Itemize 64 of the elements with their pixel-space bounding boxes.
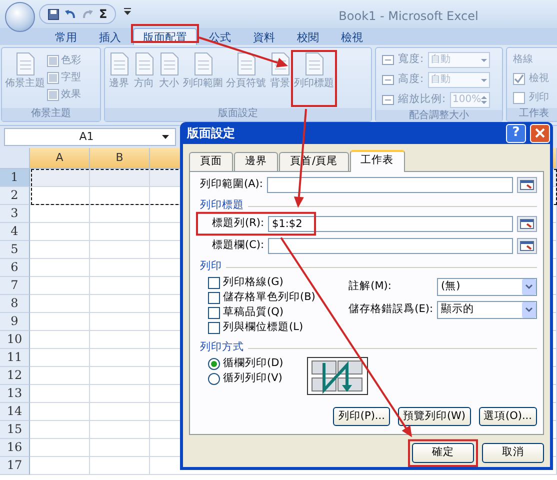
- dialog-button[interactable]: 選項(O)...: [478, 406, 537, 426]
- ribbon-tab[interactable]: 資料: [243, 28, 285, 45]
- row-header[interactable]: 10: [0, 331, 30, 349]
- checkbox-label: 檢視: [529, 72, 549, 86]
- help-button[interactable]: ?: [506, 124, 526, 142]
- field-label: 列印範圍(A):: [200, 176, 263, 192]
- field-label: 高度:: [398, 72, 424, 88]
- field-label: 標題欄(C):: [211, 238, 264, 253]
- row-header[interactable]: 5: [0, 241, 30, 259]
- checkbox-label: 儲存格單色列印(B): [223, 290, 316, 306]
- checkbox-label: 列與欄位標題(L): [223, 320, 304, 336]
- dialog-title: 版面設定: [187, 125, 235, 142]
- radio-label: 循列列印(V): [223, 371, 282, 386]
- sum-button[interactable]: Σ: [99, 8, 108, 20]
- group-title: 版面設定: [105, 108, 371, 121]
- dialog-button[interactable]: 預覽列印(W): [398, 406, 471, 426]
- group-title: 配合調整大小: [376, 110, 502, 122]
- column-header[interactable]: A: [30, 148, 90, 169]
- row-header[interactable]: 11: [0, 349, 30, 367]
- ribbon-tab[interactable]: 插入: [89, 28, 131, 45]
- radio-label: 循欄列印(D): [223, 356, 284, 372]
- group-title: 佈景主題: [2, 108, 100, 121]
- ribbon-tab[interactable]: 校閱: [287, 28, 329, 45]
- window-title: Book1 - Microsoft Excel: [338, 8, 480, 25]
- section-heading: 列印: [200, 258, 537, 276]
- group-heading: 格線: [513, 52, 534, 67]
- field-label: 縮放比例:: [398, 92, 446, 108]
- dialog-button[interactable]: 列印(P)...: [333, 406, 390, 426]
- field-label: 註解(M):: [348, 278, 392, 294]
- field-label: 標題列(R):: [211, 216, 264, 231]
- row-header[interactable]: 16: [0, 439, 30, 457]
- ribbon-tab[interactable]: 檢視: [331, 28, 373, 45]
- checkbox-label: 列印: [529, 90, 549, 105]
- row-header[interactable]: 4: [0, 223, 30, 241]
- dropdown[interactable]: 顯示的: [437, 300, 537, 319]
- dropdown[interactable]: (無): [437, 278, 537, 296]
- checkbox-label: 列印格線(G): [223, 275, 284, 290]
- dialog-tab[interactable]: 邊界: [234, 152, 278, 171]
- row-header[interactable]: 14: [0, 403, 30, 421]
- row-header[interactable]: 3: [0, 205, 30, 223]
- field-label: 寬度:: [398, 52, 424, 68]
- group-title: 工作表: [507, 108, 557, 121]
- row-header[interactable]: 6: [0, 259, 30, 277]
- name-box[interactable]: A1: [4, 128, 176, 146]
- row-header[interactable]: 15: [0, 421, 30, 439]
- row-header[interactable]: 1: [0, 169, 30, 187]
- row-header[interactable]: 12: [0, 367, 30, 385]
- checkbox-label: 草稿品質(Q): [223, 305, 284, 320]
- dialog-button[interactable]: 取消: [482, 443, 544, 463]
- row-header[interactable]: 9: [0, 313, 30, 331]
- section-heading: 列印方式: [200, 340, 537, 357]
- dialog-tab[interactable]: 頁面: [189, 152, 233, 171]
- column-header[interactable]: B: [90, 148, 150, 169]
- section-heading: 列印標題: [200, 198, 537, 215]
- dialog-tab[interactable]: 工作表: [350, 150, 405, 172]
- ribbon-tab[interactable]: 常用: [45, 28, 87, 45]
- row-header[interactable]: 17: [0, 457, 30, 475]
- row-header[interactable]: 13: [0, 385, 30, 403]
- field-label: 儲存格錯誤爲(E):: [348, 302, 433, 317]
- row-header[interactable]: 8: [0, 295, 30, 313]
- row-header[interactable]: 2: [0, 187, 30, 205]
- row-header[interactable]: 7: [0, 277, 30, 295]
- input-field[interactable]: $1:$2: [268, 216, 513, 232]
- dialog-button[interactable]: 確定: [412, 443, 474, 463]
